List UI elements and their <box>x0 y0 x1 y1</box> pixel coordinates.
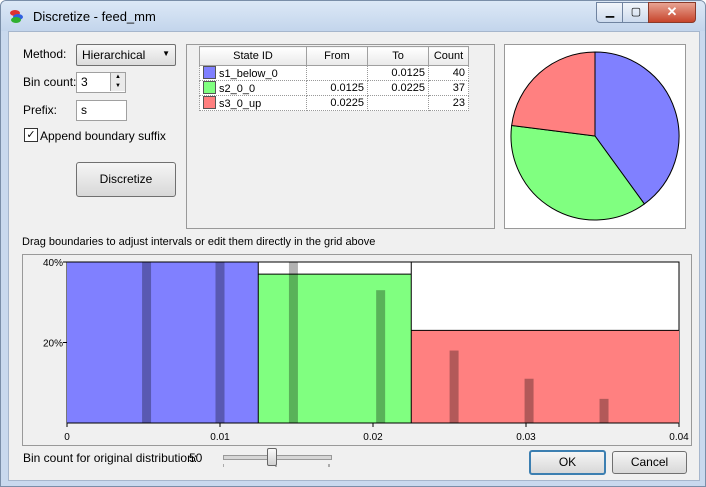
prefix-value: s <box>81 103 87 117</box>
color-swatch <box>203 81 216 94</box>
pie-chart <box>510 51 680 221</box>
grid-header-row: State ID From To Count <box>199 46 469 66</box>
cell-from[interactable]: 0.0225 <box>306 95 368 111</box>
col-count[interactable]: Count <box>428 46 469 66</box>
bin-count-slider-thumb[interactable] <box>267 448 277 466</box>
cell-count: 37 <box>428 80 469 96</box>
x-tick-label: 0.02 <box>363 432 383 443</box>
spin-up-icon[interactable]: ▲ <box>110 73 125 82</box>
cancel-button[interactable]: Cancel <box>612 451 687 474</box>
original-distribution-bar <box>376 290 386 423</box>
check-icon: ✓ <box>26 129 36 141</box>
cell-count: 23 <box>428 95 469 111</box>
pie-slice-s3_0_up <box>511 51 596 137</box>
ok-button[interactable]: OK <box>529 450 606 475</box>
table-row[interactable]: s2_0_0 0.0125 0.0225 37 <box>199 80 469 96</box>
minimize-button[interactable]: ▁ <box>596 2 624 23</box>
title-bar[interactable]: Discretize - feed_mm ▁ ▢ ✕ <box>1 1 705 31</box>
spin-down-icon[interactable]: ▼ <box>110 82 125 91</box>
bin-count-label: Bin count: <box>23 75 77 89</box>
bin-count-slider-track[interactable] <box>223 455 332 460</box>
color-swatch <box>203 66 216 79</box>
chevron-down-icon: ▼ <box>162 49 170 58</box>
close-button[interactable]: ✕ <box>648 2 696 23</box>
states-grid-pane: State ID From To Count s1_below_0 0.0125… <box>186 44 495 229</box>
original-distribution-bar <box>599 398 609 423</box>
y-tick-label: 20% <box>43 339 63 350</box>
original-distribution-bar <box>449 350 459 423</box>
bin-count-spinner[interactable]: 3 ▲ ▼ <box>76 72 126 93</box>
hint-text: Drag boundaries to adjust intervals or e… <box>22 236 376 248</box>
append-suffix-label[interactable]: Append boundary suffix <box>40 129 166 143</box>
cell-to[interactable] <box>367 95 429 111</box>
method-value: Hierarchical <box>82 48 146 62</box>
cell-from[interactable] <box>306 65 368 81</box>
x-tick-label: 0.01 <box>210 432 230 443</box>
interval-bar-1 <box>67 262 259 423</box>
original-distribution-bar <box>215 262 225 423</box>
dialog-client: Method: Hierarchical ▼ Bin count: 3 ▲ ▼ … <box>8 31 700 481</box>
cell-to[interactable]: 0.0225 <box>367 80 429 96</box>
x-tick-label: 0 <box>64 432 70 443</box>
bin-count-value: 3 <box>81 75 88 89</box>
maximize-button[interactable]: ▢ <box>622 2 650 23</box>
cell-state-id: s1_below_0 <box>219 68 278 80</box>
color-swatch <box>203 96 216 109</box>
table-row[interactable]: s3_0_up 0.0225 23 <box>199 95 469 111</box>
cell-state-id: s2_0_0 <box>219 83 256 95</box>
y-tick-label: 40% <box>43 258 63 269</box>
method-select[interactable]: Hierarchical ▼ <box>76 44 176 66</box>
dialog-window: Discretize - feed_mm ▁ ▢ ✕ Method: Hiera… <box>0 0 706 487</box>
minimize-icon: ▁ <box>605 6 615 18</box>
original-distribution-bar <box>524 378 534 423</box>
x-tick-label: 0.03 <box>516 432 536 443</box>
pie-chart-pane <box>504 44 686 229</box>
col-from[interactable]: From <box>306 46 368 66</box>
app-icon <box>10 10 23 23</box>
table-row[interactable]: s1_below_0 0.0125 40 <box>199 65 469 81</box>
histogram-chart[interactable]: 0 0.01 0.02 0.03 0.04 20% 40% <box>23 255 691 445</box>
prefix-label: Prefix: <box>23 103 58 117</box>
states-grid: State ID From To Count s1_below_0 0.0125… <box>199 46 469 111</box>
prefix-input[interactable]: s <box>76 100 127 121</box>
orig-bin-count-label: Bin count for original distribution: <box>23 451 198 465</box>
cell-from[interactable]: 0.0125 <box>306 80 368 96</box>
col-to[interactable]: To <box>367 46 429 66</box>
cell-to[interactable]: 0.0125 <box>367 65 429 81</box>
close-icon: ✕ <box>666 4 678 19</box>
x-tick-label: 0.04 <box>669 432 689 443</box>
orig-bin-count-value: 50 <box>189 451 203 465</box>
discretize-button[interactable]: Discretize <box>76 162 176 197</box>
append-suffix-checkbox[interactable]: ✓ <box>24 128 38 142</box>
original-distribution-bar <box>142 262 152 423</box>
interval-bar-2 <box>258 274 412 423</box>
histogram-pane: 0 0.01 0.02 0.03 0.04 20% 40% <box>22 254 692 446</box>
window-title: Discretize - feed_mm <box>33 9 156 24</box>
cell-count: 40 <box>428 65 469 81</box>
cell-state-id: s3_0_up <box>219 98 262 110</box>
method-label: Method: <box>23 47 67 61</box>
col-state-id[interactable]: State ID <box>199 46 307 66</box>
maximize-icon: ▢ <box>630 6 642 18</box>
original-distribution-bar <box>288 262 298 423</box>
